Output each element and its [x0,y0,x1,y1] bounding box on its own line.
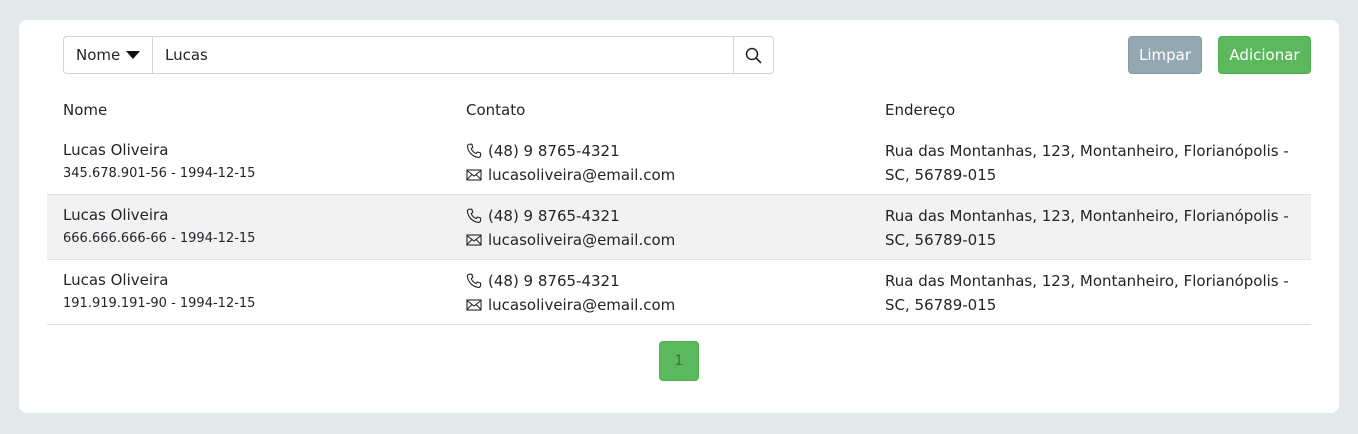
add-button[interactable]: Adicionar [1218,36,1311,74]
search-icon [745,47,762,63]
header-address: Endereço [885,101,956,119]
contact-doc-birthdate: 666.666.666-66 - 1994-12-15 [63,231,256,246]
results-card: Nome Limpar Adicionar Nome Contato Ender… [19,20,1339,413]
caret-down-icon [126,51,141,59]
contact-address: Rua das Montanhas, 123, Montanheiro, Flo… [885,207,1289,249]
search-field-label: Nome [76,46,121,64]
search-field-dropdown[interactable]: Nome [64,37,153,73]
header-contact: Contato [466,101,526,119]
search-bar: Nome [63,36,774,74]
contact-doc-birthdate: 345.678.901-56 - 1994-12-15 [63,166,256,181]
contact-email: lucasoliveira@email.com [488,296,676,314]
envelope-icon [466,299,482,311]
page-1-button[interactable]: 1 [659,341,699,381]
contact-name: Lucas Oliveira [63,271,169,289]
contact-phone: (48) 9 8765-4321 [488,272,620,290]
contacts-table: Nome Contato Endereço Lucas Oliveira 345… [47,90,1311,325]
contact-name: Lucas Oliveira [63,141,169,159]
contact-doc-birthdate: 191.919.191-90 - 1994-12-15 [63,296,256,311]
clear-button[interactable]: Limpar [1128,36,1202,74]
phone-icon [466,273,482,288]
contact-address: Rua das Montanhas, 123, Montanheiro, Flo… [885,142,1289,184]
header-name: Nome [63,101,108,119]
contact-email: lucasoliveira@email.com [488,231,676,249]
contact-phone: (48) 9 8765-4321 [488,207,620,225]
search-button[interactable] [733,37,773,73]
contact-phone: (48) 9 8765-4321 [488,142,620,160]
search-input[interactable] [153,37,733,73]
table-header: Nome Contato Endereço [47,90,1311,130]
envelope-icon [466,169,482,181]
contact-address: Rua das Montanhas, 123, Montanheiro, Flo… [885,272,1289,314]
envelope-icon [466,234,482,246]
table-row[interactable]: Lucas Oliveira 666.666.666-66 - 1994-12-… [47,195,1311,260]
phone-icon [466,208,482,223]
table-row[interactable]: Lucas Oliveira 345.678.901-56 - 1994-12-… [47,130,1311,195]
phone-icon [466,143,482,158]
table-row[interactable]: Lucas Oliveira 191.919.191-90 - 1994-12-… [47,260,1311,325]
contact-email: lucasoliveira@email.com [488,166,676,184]
contact-name: Lucas Oliveira [63,206,169,224]
